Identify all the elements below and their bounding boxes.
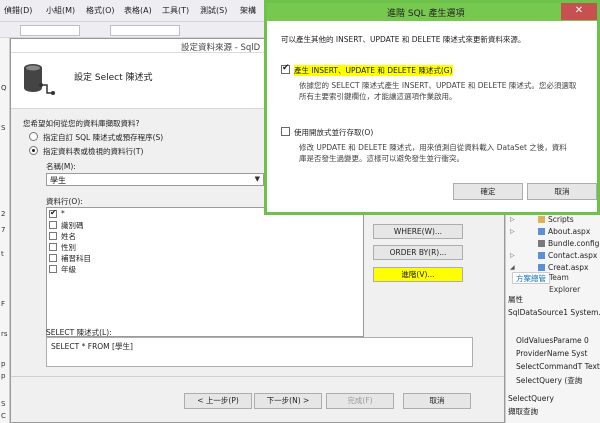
- wizard-step-title: 設定 Select 陳述式: [74, 73, 153, 83]
- column-label: 姓名: [61, 232, 76, 241]
- advanced-intro: 可以產生其他的 INSERT、UPDATE 和 DELETE 陳述式來更新資料來…: [281, 35, 526, 44]
- cancel-button[interactable]: 取消: [527, 183, 597, 200]
- properties-object[interactable]: SqlDataSource1 System.: [508, 308, 600, 317]
- properties-title: 屬性: [508, 295, 523, 304]
- radio-table-columns-label[interactable]: 指定資料表或檢視的資料行(T): [43, 146, 143, 157]
- next-button[interactable]: 下一步(N) >: [254, 393, 322, 409]
- expand-icon[interactable]: ▷: [510, 216, 515, 223]
- se-item-scripts[interactable]: Scripts: [548, 215, 574, 224]
- sql-preview-text: SELECT * FROM [學生]: [51, 342, 133, 351]
- menu-debug[interactable]: 偵錯(D): [4, 5, 32, 16]
- sql-preview[interactable]: SELECT * FROM [學生]: [46, 337, 473, 367]
- column-checkbox[interactable]: [49, 265, 57, 273]
- property-row[interactable]: ProviderName Syst: [516, 349, 587, 358]
- column-label: 識別碼: [61, 221, 84, 230]
- menu-table[interactable]: 表格(A): [124, 5, 152, 16]
- advanced-sql-dialog: 進階 SQL 產生選項 ✕ 可以產生其他的 INSERT、UPDATE 和 DE…: [264, 0, 600, 215]
- column-label: 年級: [61, 265, 76, 274]
- generate-statements-label[interactable]: 產生 INSERT、UPDATE 和 DELETE 陳述式(G): [294, 65, 453, 76]
- chevron-down-icon: ▼: [254, 175, 260, 183]
- expand-icon[interactable]: ▷: [510, 228, 515, 235]
- column-checkbox[interactable]: [49, 208, 57, 218]
- database-icon: [24, 64, 55, 95]
- table-select-value: 學生: [50, 176, 66, 185]
- column-checkbox[interactable]: [49, 221, 57, 229]
- advanced-button[interactable]: 進階(V)...: [373, 267, 463, 282]
- advanced-dialog-title: 進階 SQL 產生選項: [387, 9, 465, 19]
- strip-label: S: [1, 124, 6, 132]
- strip-label: 2: [1, 210, 6, 218]
- name-label: 名稱(M):: [46, 162, 76, 171]
- se-item-contact[interactable]: Contact.aspx: [548, 251, 597, 260]
- orderby-button[interactable]: ORDER BY(R)...: [373, 245, 463, 260]
- column-checkbox[interactable]: [49, 254, 57, 262]
- close-icon[interactable]: ✕: [561, 3, 597, 20]
- menu-architecture[interactable]: 架構: [240, 5, 256, 16]
- aspx-icon: [538, 252, 545, 259]
- property-row[interactable]: SelectCommandT Text: [516, 362, 600, 371]
- menu-tools[interactable]: 工具(T): [162, 5, 189, 16]
- cancel-button[interactable]: 取消: [403, 393, 471, 409]
- menu-test[interactable]: 測試(S): [200, 5, 227, 16]
- strip-label: p: [1, 360, 6, 368]
- property-row[interactable]: OldValuesParame 0: [516, 336, 589, 345]
- prev-button[interactable]: < 上一步(P): [184, 393, 252, 409]
- generate-statements-desc: 依據您的 SELECT 陳述式產生 INSERT、UPDATE 和 DELETE…: [299, 81, 577, 90]
- toolbar-combo[interactable]: [20, 25, 80, 36]
- columns-label: 資料行(O):: [46, 197, 83, 206]
- optimistic-concurrency-desc: 庫是否發生過變更。這樣可以避免發生並行衝突。: [299, 154, 464, 163]
- column-label: 補習科目: [61, 254, 91, 263]
- optimistic-concurrency-checkbox[interactable]: [281, 127, 290, 136]
- tab-team-explorer[interactable]: Team Explorer: [546, 272, 600, 294]
- menu-team[interactable]: 小組(M): [46, 5, 75, 16]
- property-desc-title: SelectQuery: [508, 394, 554, 403]
- strip-label: rs: [1, 330, 8, 338]
- wizard-title: 設定資料來源 - SqlD: [181, 43, 261, 53]
- se-item-creat[interactable]: Creat.aspx: [548, 263, 588, 272]
- toolbar-combo[interactable]: [110, 25, 180, 36]
- strip-label: p: [1, 372, 6, 380]
- strip-label: t: [1, 250, 4, 258]
- aspx-icon: [538, 228, 545, 235]
- expand-icon[interactable]: ◢: [510, 264, 515, 271]
- property-desc-text: 擷取查詢: [508, 407, 538, 416]
- strip-label: 7: [1, 226, 6, 234]
- tab-solution-explorer[interactable]: 方案總管: [512, 272, 550, 284]
- columns-list: * 識別碼 姓名 性別 補習科目 年級: [46, 207, 364, 337]
- radio-custom-sql-label[interactable]: 指定自訂 SQL 陳述式或預存程序(S): [43, 132, 163, 143]
- radio-custom-sql[interactable]: [29, 132, 38, 141]
- column-checkbox[interactable]: [49, 243, 57, 251]
- column-label: 性別: [61, 243, 76, 252]
- expand-icon[interactable]: ▷: [510, 252, 515, 259]
- config-icon: [538, 240, 545, 247]
- ok-button[interactable]: 確定: [453, 183, 523, 200]
- strip-label: Q: [1, 84, 7, 92]
- divider: [11, 376, 504, 377]
- finish-button: 完成(F): [326, 393, 394, 409]
- optimistic-concurrency-desc: 修改 UPDATE 和 DELETE 陳述式，用來偵測自從資料載入 DataSe…: [299, 143, 567, 152]
- question-label: 您希望如何從您的資料庫擷取資料?: [23, 119, 140, 128]
- se-item-bundle[interactable]: Bundle.config: [548, 239, 599, 248]
- strip-label: S: [1, 400, 6, 408]
- editor-left-strip: Q S 2 7 t F rs p p S C: [0, 38, 10, 423]
- se-item-about[interactable]: About.aspx: [548, 227, 590, 236]
- menu-format[interactable]: 格式(O): [86, 5, 115, 16]
- generate-statements-checkbox[interactable]: [281, 63, 290, 74]
- table-select[interactable]: 學生 ▼: [46, 173, 264, 186]
- aspx-icon: [538, 264, 545, 271]
- strip-label: C: [1, 412, 6, 420]
- where-button[interactable]: WHERE(W)...: [373, 224, 463, 239]
- generate-statements-desc: 所有主要索引鍵欄位，才能讓這選項作業啟用。: [299, 92, 457, 101]
- radio-table-columns[interactable]: [29, 146, 38, 155]
- strip-label: F: [1, 300, 6, 308]
- folder-icon: [538, 216, 545, 223]
- column-label: *: [61, 209, 65, 218]
- advanced-dialog-titlebar: 進階 SQL 產生選項 ✕: [267, 3, 597, 21]
- optimistic-concurrency-label[interactable]: 使用開放式並行存取(O): [294, 127, 373, 138]
- column-checkbox[interactable]: [49, 232, 57, 240]
- property-row[interactable]: SelectQuery (查詢: [516, 375, 582, 386]
